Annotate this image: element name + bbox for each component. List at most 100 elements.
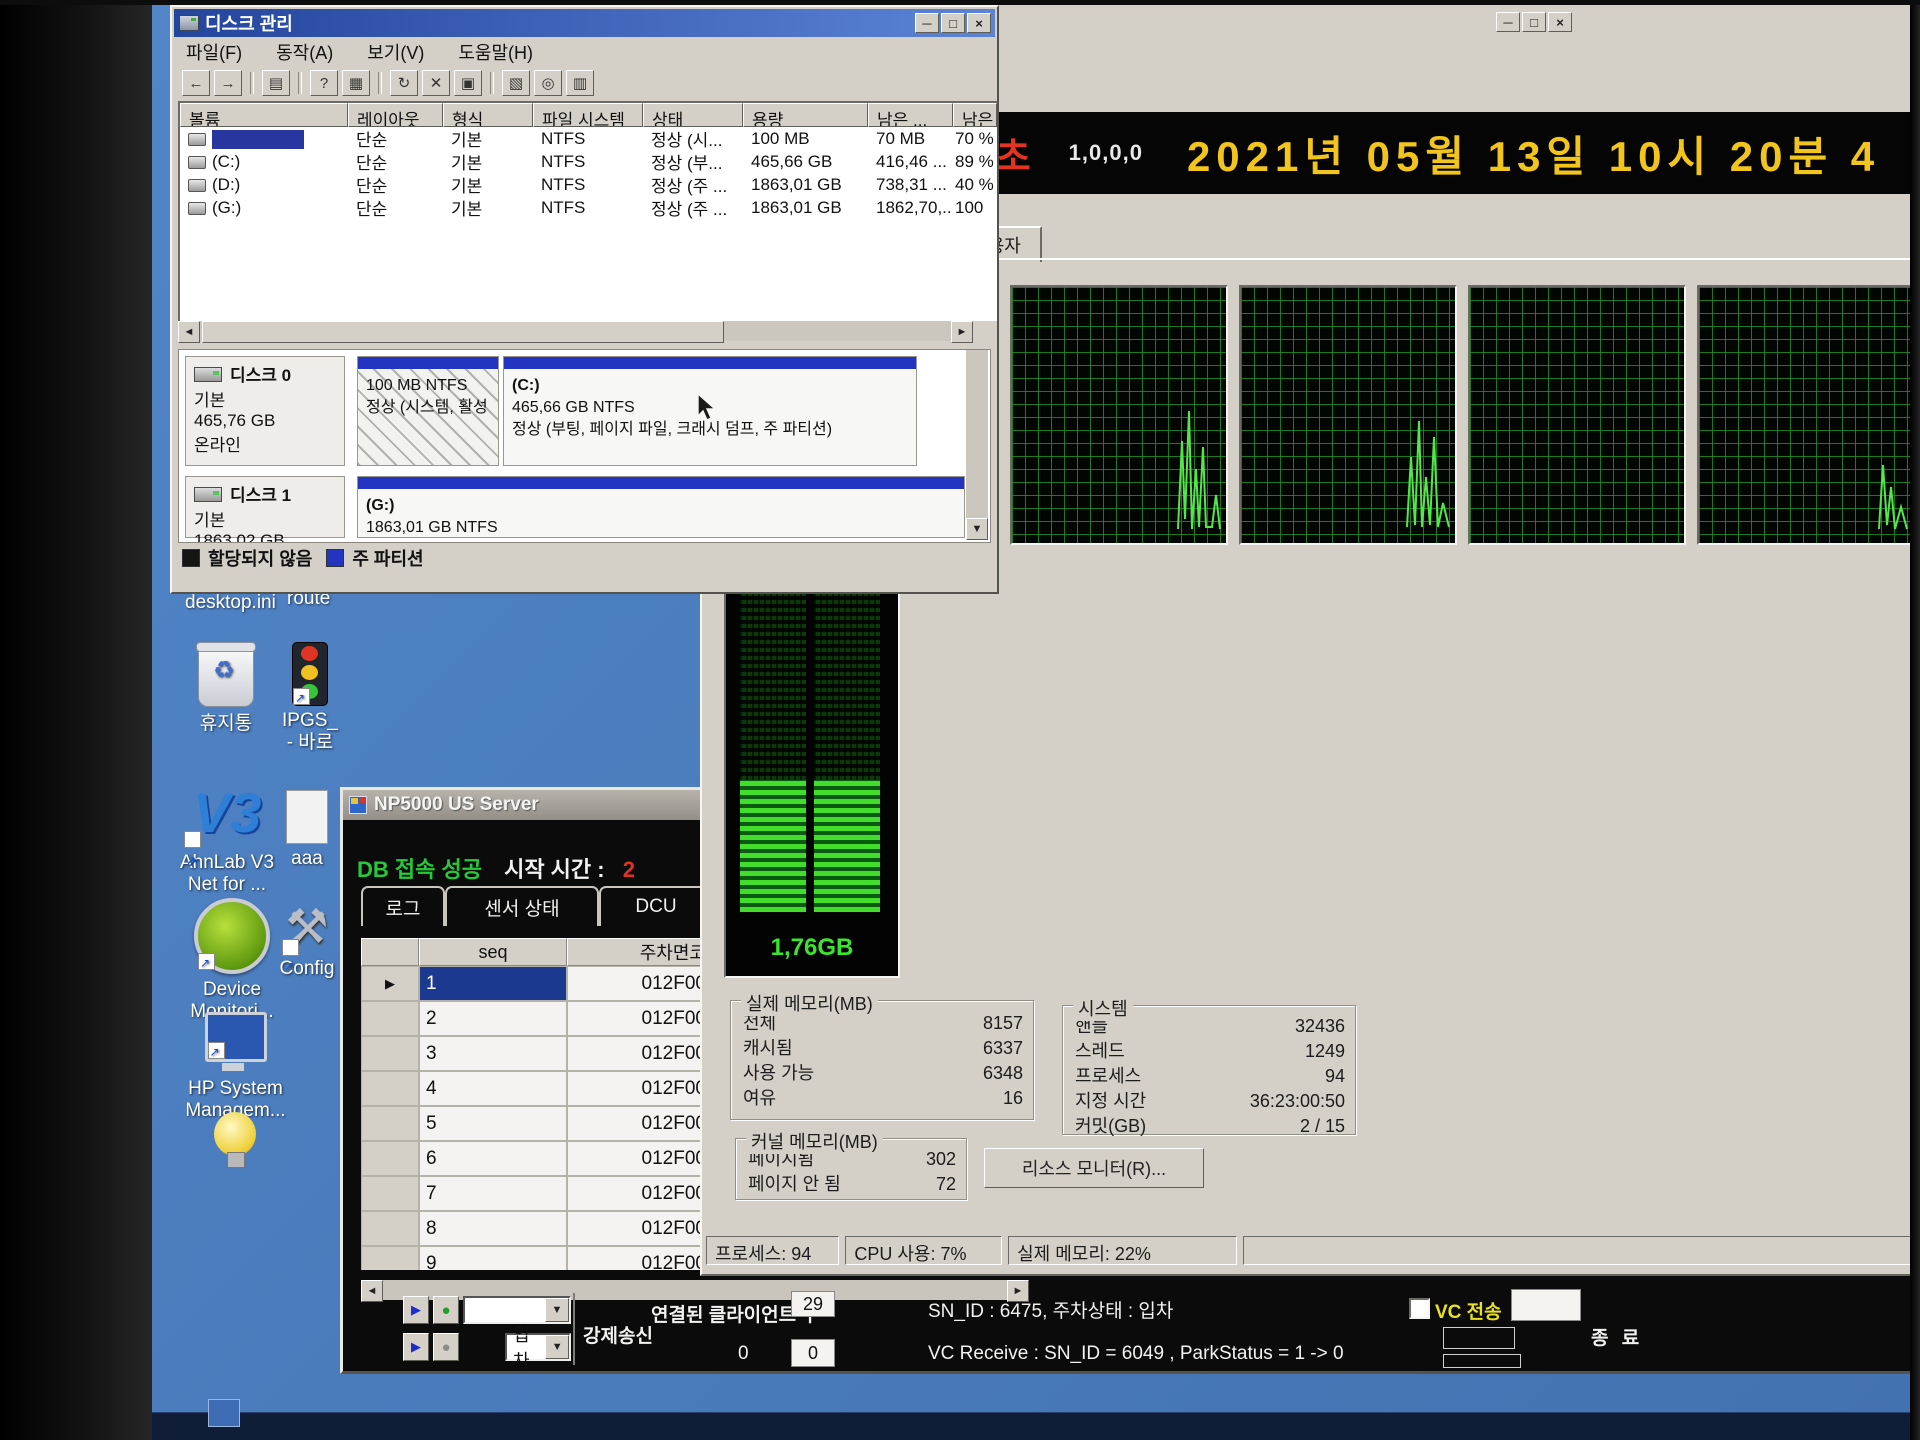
back-icon[interactable]: ← <box>182 70 210 96</box>
scroll-left-button[interactable]: ◄ <box>361 1280 383 1302</box>
console-tree-icon[interactable]: ▤ <box>262 70 290 96</box>
dm-toolbar: ←→ ▤?▦ ↻✕▣ ▧◎▥ <box>174 67 995 99</box>
table-row[interactable]: 7012F00 <box>361 1176 711 1211</box>
volume-list[interactable]: 볼륨레이아웃형식파일 시스템상태용량남은 ...남은단순기본NTFS정상 (시.… <box>178 101 997 321</box>
desktop-icon-hp-system[interactable]: HP System Managem... <box>168 1012 303 1122</box>
dm-vscrollbar[interactable]: ▼ <box>966 350 988 540</box>
menu-item[interactable]: 파일(F) <box>186 39 242 65</box>
status-lamp-on[interactable]: ● <box>433 1296 459 1324</box>
menu-item[interactable]: 동작(A) <box>276 39 333 65</box>
chevron-down-icon[interactable]: ▼ <box>545 1298 569 1322</box>
select-entry-mode[interactable]: 입차▼ <box>505 1333 571 1361</box>
cell: (G:) <box>180 198 348 218</box>
volume-icon <box>188 133 206 146</box>
list-view-icon[interactable]: ▦ <box>342 70 370 96</box>
status-lamp-off[interactable]: ● <box>433 1333 459 1361</box>
maximize-button[interactable]: □ <box>1522 12 1546 32</box>
vc-send-checkbox[interactable] <box>1409 1298 1430 1319</box>
desktop-icon-recycle-bin[interactable]: 휴지통 <box>178 645 274 735</box>
table-row[interactable]: 8012F00 <box>361 1211 711 1246</box>
legend-swatch <box>326 549 344 567</box>
scroll-right-button[interactable]: ► <box>951 321 973 343</box>
menu-item[interactable]: 보기(V) <box>367 39 424 65</box>
properties-icon[interactable]: ▣ <box>454 70 482 96</box>
volume-row[interactable]: (D:)단순기본NTFS정상 (주 ...1863,01 GB738,31 ..… <box>180 173 997 196</box>
help-icon[interactable]: ? <box>310 70 338 96</box>
taskbar-item-icon[interactable] <box>208 1399 240 1427</box>
column-header[interactable]: 남은 <box>953 103 997 127</box>
desktop-icon-config[interactable]: ⚒ Config <box>262 900 352 980</box>
stat-value: 6348 <box>983 1062 1023 1085</box>
close-button[interactable]: × <box>1548 12 1572 32</box>
seq-cell: 1 <box>419 966 567 1001</box>
column-header[interactable]: 파일 시스템 <box>533 103 643 127</box>
chevron-down-icon[interactable]: ▼ <box>545 1335 569 1359</box>
desktop-icon-ipgs[interactable]: IPGS_ - 바로 <box>262 642 358 754</box>
column-header[interactable]: 용량 <box>743 103 868 127</box>
parking-table[interactable]: seq주차면코▶1012F002012F003012F004012F005012… <box>361 938 711 1270</box>
vc-input-field[interactable] <box>1511 1289 1581 1321</box>
minimize-button[interactable]: ─ <box>915 13 939 33</box>
select-empty[interactable]: ▼ <box>463 1296 571 1324</box>
column-header-code[interactable]: 주차면코 <box>567 938 711 966</box>
row-header <box>361 1176 419 1211</box>
physical-memory-group: 실제 메모리(MB) 전체8157캐시됨6337사용 가능6348여유16 <box>730 1000 1034 1120</box>
clients-count-field[interactable]: 29 <box>791 1291 835 1317</box>
menu-item[interactable]: 도움말(H) <box>458 39 533 65</box>
table-row[interactable]: 9012F00 <box>361 1246 711 1270</box>
second-counter-field[interactable]: 0 <box>791 1339 835 1367</box>
cell: 1863,01 GB <box>743 175 868 195</box>
desktop-file-label[interactable]: desktop.ini <box>185 592 276 614</box>
table-row[interactable]: 2012F00 <box>361 1001 711 1036</box>
dm-titlebar[interactable]: 디스크 관리 ─ □ × <box>174 9 995 37</box>
icon-label: IPGS_ <box>262 710 358 732</box>
statusbar-cell: 프로세스: 94 <box>706 1236 839 1265</box>
tab-log[interactable]: 로그 <box>361 886 445 926</box>
send-button-1[interactable]: ▶ <box>403 1296 429 1324</box>
search-icon[interactable]: ◎ <box>534 70 562 96</box>
scroll-left-button[interactable]: ◄ <box>178 321 200 343</box>
table-row[interactable]: 5012F00 <box>361 1106 711 1141</box>
disk1-partition-g[interactable]: (G:) 1863,01 GB NTFS <box>357 476 965 538</box>
column-header[interactable]: 레이아웃 <box>348 103 443 127</box>
manage-icon[interactable]: ▥ <box>566 70 594 96</box>
column-header[interactable]: 형식 <box>443 103 533 127</box>
icon-label: HP System <box>168 1078 303 1100</box>
table-row[interactable]: ▶1012F00 <box>361 966 711 1001</box>
scroll-thumb[interactable] <box>202 321 724 343</box>
volume-row[interactable]: (G:)단순기본NTFS정상 (주 ...1863,01 GB1862,70,.… <box>180 196 997 219</box>
volume-row[interactable]: 단순기본NTFS정상 (시...100 MB70 MB70 % <box>180 127 997 150</box>
column-header[interactable]: 상태 <box>643 103 743 127</box>
exit-button[interactable]: 종 료 <box>1591 1323 1643 1350</box>
column-header-seq[interactable]: seq <box>419 938 567 966</box>
stat-value: 1249 <box>1305 1040 1345 1063</box>
dm-hscrollbar[interactable]: ◄ ► <box>178 321 973 341</box>
table-row[interactable]: 6012F00 <box>361 1141 711 1176</box>
column-header[interactable]: 볼륨 <box>180 103 348 127</box>
delete-icon[interactable]: ✕ <box>422 70 450 96</box>
legend-swatch <box>182 549 200 567</box>
refresh-icon[interactable]: ↻ <box>390 70 418 96</box>
column-header[interactable]: 남은 ... <box>868 103 953 127</box>
scroll-down-button[interactable]: ▼ <box>966 518 988 540</box>
minimize-button[interactable]: ─ <box>1496 12 1520 32</box>
send-button-2[interactable]: ▶ <box>403 1333 429 1361</box>
statusbar-cell: 실제 메모리: 22% <box>1008 1236 1237 1265</box>
table-row[interactable]: 4012F00 <box>361 1071 711 1106</box>
close-button[interactable]: × <box>967 13 991 33</box>
disk0-partition-system[interactable]: 100 MB NTFS 정상 (시스템, 활성 <box>357 356 499 466</box>
volume-row[interactable]: (C:)단순기본NTFS정상 (부...465,66 GB416,46 ...8… <box>180 150 997 173</box>
desktop-icon-aaa[interactable]: aaa <box>272 790 342 870</box>
maximize-button[interactable]: □ <box>941 13 965 33</box>
tab-sensor-status[interactable]: 센서 상태 <box>445 886 599 926</box>
stat-label: 여유 <box>743 1087 776 1110</box>
tab-dcu[interactable]: DCU <box>599 886 713 926</box>
forward-icon[interactable]: → <box>214 70 242 96</box>
resource-monitor-button[interactable]: 리소스 모니터(R)... <box>984 1148 1204 1188</box>
table-row[interactable]: 3012F00 <box>361 1036 711 1071</box>
open-icon[interactable]: ▧ <box>502 70 530 96</box>
taskbar[interactable] <box>0 1412 1920 1440</box>
desktop-icon-bulb[interactable] <box>195 1112 275 1156</box>
stat-label: 지정 시간 <box>1075 1090 1146 1113</box>
cell: 정상 (주 ... <box>643 172 743 197</box>
